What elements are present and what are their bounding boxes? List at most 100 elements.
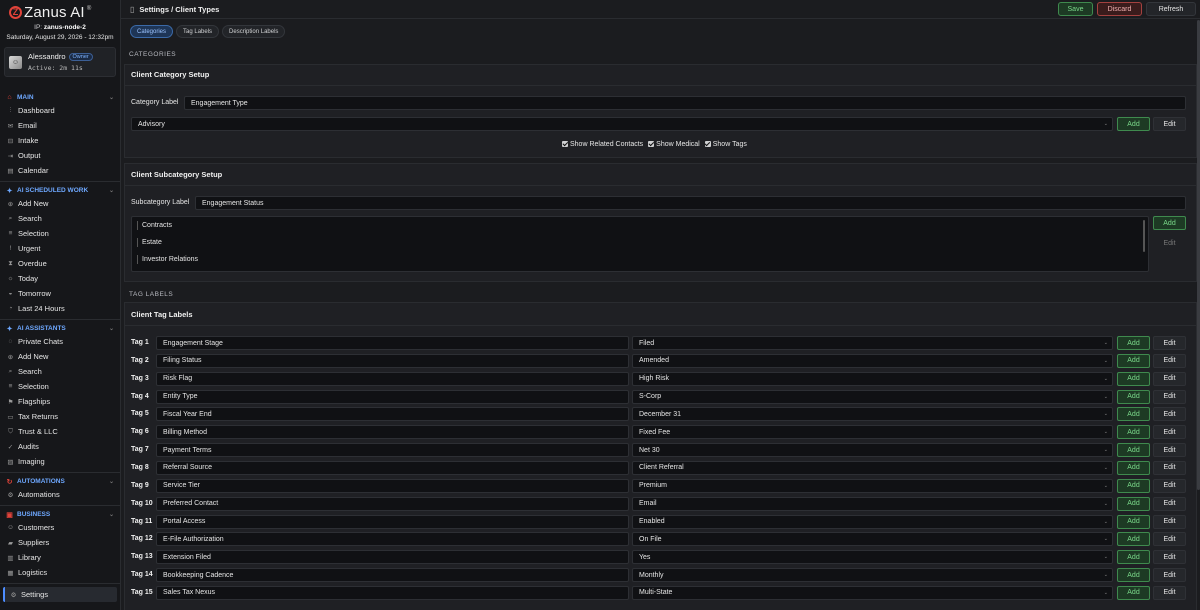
sidebar-item-overdue[interactable]: ⧗ Overdue — [0, 256, 120, 271]
category-add-button[interactable]: Add — [1117, 117, 1150, 131]
sidebar-item-trust-llc[interactable]: ⛉ Trust & LLC — [0, 424, 120, 439]
tag-value-select[interactable]: Yes ⌄ — [632, 550, 1113, 565]
tag-edit-button[interactable]: Edit — [1153, 514, 1186, 529]
tag-add-button[interactable]: Add — [1117, 460, 1150, 475]
sidebar-item-email[interactable]: ✉ Email — [0, 118, 120, 133]
tag-name-input[interactable]: Fiscal Year End — [156, 407, 629, 422]
tag-add-button[interactable]: Add — [1117, 371, 1150, 386]
tag-add-button[interactable]: Add — [1117, 425, 1150, 440]
tag-edit-button[interactable]: Edit — [1153, 336, 1186, 350]
sidebar-item-add-new[interactable]: ⊕ Add New — [0, 196, 120, 211]
tag-name-input[interactable]: E-File Authorization — [156, 532, 629, 547]
category-select[interactable]: Advisory ⌄ — [131, 117, 1113, 131]
sidebar-item-settings[interactable]: ⚙ Settings — [3, 587, 117, 602]
tag-add-button[interactable]: Add — [1117, 478, 1150, 493]
tab-description-labels[interactable]: Description Labels — [222, 25, 286, 38]
tag-edit-button[interactable]: Edit — [1153, 550, 1186, 565]
category-label-input[interactable]: Engagement Type — [184, 96, 1186, 110]
sidebar-section-automations[interactable]: ↻ AUTOMATIONS ⌄ — [0, 476, 120, 487]
sidebar-item-urgent[interactable]: ! Urgent — [0, 241, 120, 256]
tag-value-select[interactable]: Filed ⌄ — [632, 336, 1113, 350]
tab-categories[interactable]: Categories — [130, 25, 174, 38]
tag-name-input[interactable]: Service Tier — [156, 478, 629, 493]
list-item[interactable]: Contracts — [137, 221, 172, 230]
tag-name-input[interactable]: Payment Terms — [156, 443, 629, 458]
tag-edit-button[interactable]: Edit — [1153, 532, 1186, 547]
sidebar-item-add-new[interactable]: ⊕ Add New — [0, 349, 120, 364]
sidebar-item-calendar[interactable]: ▤ Calendar — [0, 163, 120, 178]
tag-name-input[interactable]: Engagement Stage — [156, 336, 629, 350]
tag-add-button[interactable]: Add — [1117, 532, 1150, 547]
tag-add-button[interactable]: Add — [1117, 389, 1150, 404]
tag-add-button[interactable]: Add — [1117, 568, 1150, 583]
sidebar-item-intake[interactable]: ⊟ Intake — [0, 133, 120, 148]
sidebar-item-flagships[interactable]: ⚑ Flagships — [0, 394, 120, 409]
tag-name-input[interactable]: Referral Source — [156, 460, 629, 475]
tag-add-button[interactable]: Add — [1117, 443, 1150, 458]
tag-value-select[interactable]: Fixed Fee ⌄ — [632, 425, 1113, 440]
tag-add-button[interactable]: Add — [1117, 585, 1150, 600]
tag-value-select[interactable]: Monthly ⌄ — [632, 568, 1113, 583]
tag-edit-button[interactable]: Edit — [1153, 585, 1186, 600]
sidebar-toggle-icon[interactable]: ▯ — [130, 5, 134, 14]
tag-edit-button[interactable]: Edit — [1153, 353, 1186, 368]
tag-edit-button[interactable]: Edit — [1153, 568, 1186, 583]
tag-value-select[interactable]: On File ⌄ — [632, 532, 1113, 547]
tag-value-select[interactable]: Email ⌄ — [632, 496, 1113, 511]
tag-value-select[interactable]: Premium ⌄ — [632, 478, 1113, 493]
tag-name-input[interactable]: Risk Flag — [156, 371, 629, 386]
subcategory-add-button[interactable]: Add — [1153, 216, 1186, 230]
tag-add-button[interactable]: Add — [1117, 353, 1150, 368]
tag-value-select[interactable]: High Risk ⌄ — [632, 371, 1113, 386]
tag-edit-button[interactable]: Edit — [1153, 443, 1186, 458]
list-item[interactable]: Estate — [137, 238, 162, 247]
subcategory-list[interactable]: Contracts Estate Investor Relations — [131, 216, 1149, 272]
tag-edit-button[interactable]: Edit — [1153, 496, 1186, 511]
tag-value-select[interactable]: Amended ⌄ — [632, 353, 1113, 368]
sidebar-item-suppliers[interactable]: ▰ Suppliers — [0, 535, 120, 550]
sidebar-item-tax-returns[interactable]: ▭ Tax Returns — [0, 409, 120, 424]
subcategory-label-input[interactable]: Engagement Status — [195, 196, 1186, 210]
sidebar-section-ai-scheduled-work[interactable]: ✦ AI SCHEDULED WORK ⌄ — [0, 185, 120, 196]
tag-name-input[interactable]: Preferred Contact — [156, 496, 629, 511]
tab-tag-labels[interactable]: Tag Labels — [176, 25, 220, 38]
sidebar-item-selection[interactable]: ≡ Selection — [0, 379, 120, 394]
sidebar-item-search[interactable]: ⌕ Search — [0, 211, 120, 226]
tag-add-button[interactable]: Add — [1117, 550, 1150, 565]
show-medical-checkbox[interactable]: Show Medical — [648, 140, 700, 148]
refresh-button[interactable]: Refresh — [1146, 2, 1196, 16]
tag-add-button[interactable]: Add — [1117, 514, 1150, 529]
tag-value-select[interactable]: Net 30 ⌄ — [632, 443, 1113, 458]
sidebar-item-search[interactable]: ⌕ Search — [0, 364, 120, 379]
tag-value-select[interactable]: S-Corp ⌄ — [632, 389, 1113, 404]
sidebar-item-customers[interactable]: ☺ Customers — [0, 520, 120, 535]
list-scrollbar[interactable] — [1143, 220, 1145, 252]
tag-add-button[interactable]: Add — [1117, 496, 1150, 511]
tag-value-select[interactable]: Client Referral ⌄ — [632, 460, 1113, 475]
sidebar-item-selection[interactable]: ≡ Selection — [0, 226, 120, 241]
discard-button[interactable]: Discard — [1097, 2, 1142, 16]
tag-add-button[interactable]: Add — [1117, 336, 1150, 350]
tag-name-input[interactable]: Entity Type — [156, 389, 629, 404]
tag-edit-button[interactable]: Edit — [1153, 371, 1186, 386]
sidebar-section-ai-assistants[interactable]: ✦ AI ASSISTANTS ⌄ — [0, 323, 120, 334]
brand-logo[interactable]: Z Zanus AI ® — [0, 2, 120, 22]
tag-name-input[interactable]: Bookkeeping Cadence — [156, 568, 629, 583]
category-edit-button[interactable]: Edit — [1153, 117, 1186, 131]
tag-name-input[interactable]: Billing Method — [156, 425, 629, 440]
sidebar-item-library[interactable]: ▥ Library — [0, 550, 120, 565]
tag-edit-button[interactable]: Edit — [1153, 407, 1186, 422]
tag-name-input[interactable]: Extension Filed — [156, 550, 629, 565]
tag-name-input[interactable]: Filing Status — [156, 353, 629, 368]
tag-name-input[interactable]: Portal Access — [156, 514, 629, 529]
sidebar-item-automations[interactable]: ⚙ Automations — [0, 487, 120, 502]
tag-value-select[interactable]: Multi-State ⌄ — [632, 585, 1113, 600]
tag-value-select[interactable]: Enabled ⌄ — [632, 514, 1113, 529]
subcategory-edit-button[interactable]: Edit — [1153, 236, 1186, 250]
sidebar-item-tomorrow[interactable]: ◒ Tomorrow — [0, 286, 120, 301]
tag-add-button[interactable]: Add — [1117, 407, 1150, 422]
sidebar-item-output[interactable]: ⇥ Output — [0, 148, 120, 163]
sidebar-item-today[interactable]: ☼ Today — [0, 271, 120, 286]
tag-edit-button[interactable]: Edit — [1153, 389, 1186, 404]
sidebar-item-logistics[interactable]: ▦ Logistics — [0, 565, 120, 580]
